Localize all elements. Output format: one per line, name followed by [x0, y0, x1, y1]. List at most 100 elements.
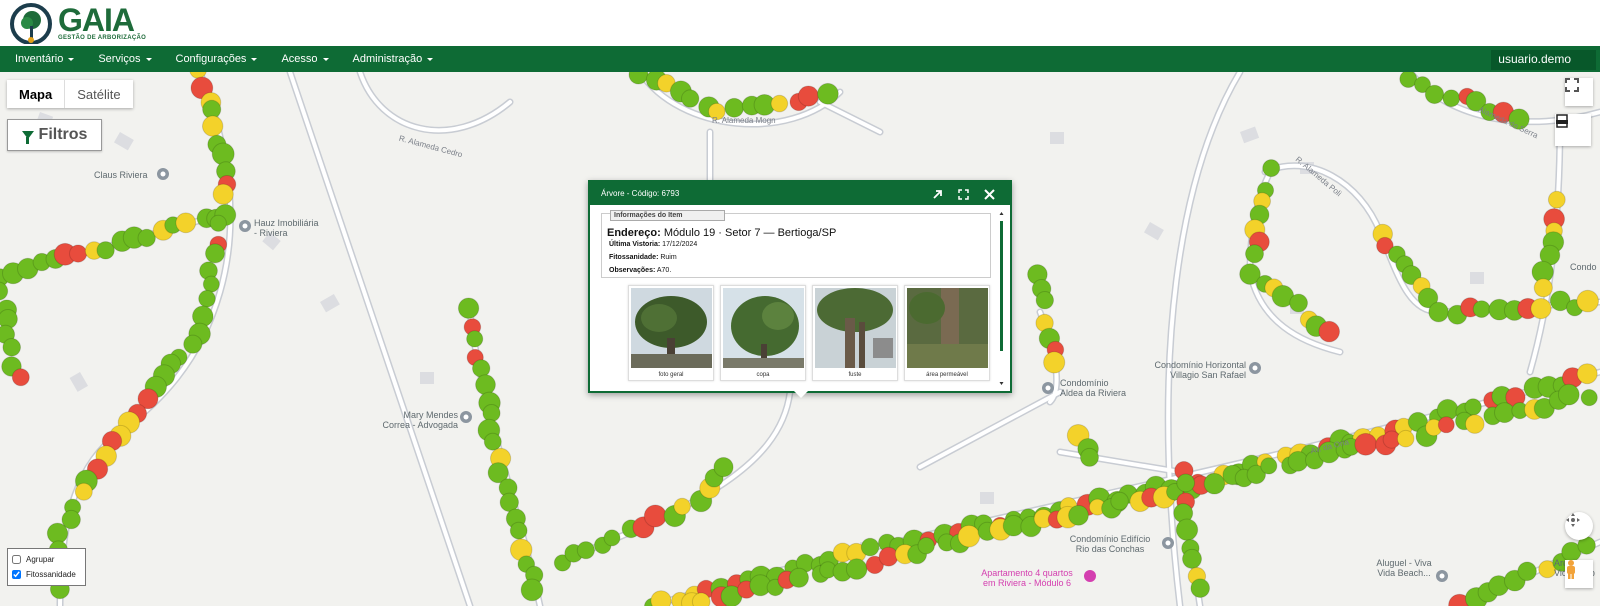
photo-thumbnail[interactable]: fuste — [812, 285, 898, 381]
tree-marker[interactable] — [845, 558, 868, 580]
tree-marker[interactable] — [797, 85, 820, 107]
tree-marker[interactable] — [1203, 472, 1226, 495]
nav-administracao[interactable]: Administração — [338, 53, 443, 65]
tree-marker[interactable] — [1517, 561, 1537, 582]
tree-marker[interactable] — [860, 537, 880, 557]
caret-down-icon — [322, 57, 329, 61]
tree-marker[interactable] — [520, 578, 544, 602]
tree-marker[interactable] — [1289, 293, 1308, 313]
tree-marker[interactable] — [202, 275, 220, 293]
tree-marker[interactable] — [681, 89, 700, 108]
tree-marker[interactable] — [1080, 447, 1099, 467]
tree-marker[interactable] — [183, 334, 203, 354]
photo-thumbnail[interactable]: copa — [720, 285, 806, 381]
tree-marker[interactable] — [1110, 491, 1129, 511]
tree-marker[interactable] — [673, 497, 691, 516]
maximize-popup-button[interactable] — [950, 185, 976, 203]
fitossanidade-checkbox[interactable] — [12, 570, 21, 579]
tree-marker[interactable] — [1465, 414, 1485, 434]
tree-marker[interactable] — [1533, 278, 1553, 298]
tree-marker[interactable] — [1428, 301, 1449, 323]
tree-marker[interactable] — [1576, 363, 1598, 385]
tree-marker[interactable] — [1437, 416, 1455, 434]
tree-marker[interactable] — [1182, 548, 1202, 569]
map-type-mapa[interactable]: Mapa — [7, 80, 66, 108]
tree-marker[interactable] — [1472, 300, 1491, 319]
tree-marker[interactable] — [11, 368, 30, 387]
photo-thumbnail[interactable]: foto geral — [628, 285, 714, 381]
tree-marker[interactable] — [713, 457, 734, 478]
tree-marker[interactable] — [1318, 320, 1340, 343]
tree-marker[interactable] — [1262, 159, 1281, 178]
tree-marker[interactable] — [457, 297, 480, 319]
tree-marker[interactable] — [209, 214, 227, 232]
tree-marker[interactable] — [1175, 518, 1199, 541]
tree-marker[interactable] — [724, 97, 745, 118]
tree-marker[interactable] — [2, 338, 21, 357]
tree-marker[interactable] — [74, 482, 93, 501]
tree-marker[interactable] — [603, 529, 621, 547]
photo-thumbnail[interactable]: área permeável — [904, 285, 990, 381]
popup-scrollbar[interactable] — [999, 211, 1004, 386]
tree-marker[interactable] — [1530, 298, 1552, 320]
gaia-logo[interactable]: GAIA GESTÃO DE ARBORIZAÇÃO — [8, 2, 146, 44]
tree-marker[interactable] — [46, 522, 69, 544]
tree-marker[interactable] — [1354, 432, 1378, 456]
tree-marker[interactable] — [1396, 429, 1415, 448]
tree-marker[interactable] — [691, 592, 711, 606]
tree-marker[interactable] — [1576, 289, 1599, 313]
tree-marker[interactable] — [576, 541, 596, 560]
tree-marker[interactable] — [1176, 473, 1196, 493]
tree-marker[interactable] — [212, 183, 234, 205]
nav-acesso[interactable]: Acesso — [266, 53, 337, 65]
export-pdf-button[interactable] — [1555, 114, 1591, 146]
tree-marker[interactable] — [917, 537, 935, 555]
tree-marker[interactable] — [175, 212, 197, 234]
tree-marker[interactable] — [137, 228, 156, 248]
tree-marker[interactable] — [788, 567, 810, 588]
tree-marker[interactable] — [650, 590, 672, 606]
tree-marker[interactable] — [1424, 84, 1445, 105]
pan-control[interactable] — [1565, 512, 1593, 540]
tree-marker[interactable] — [1043, 351, 1066, 374]
tree-marker[interactable] — [643, 504, 667, 528]
tree-marker[interactable] — [69, 244, 88, 263]
legend-fitossanidade[interactable]: Fitossanidade — [12, 567, 81, 582]
tree-marker[interactable] — [1547, 190, 1566, 209]
agrupar-checkbox[interactable] — [12, 555, 21, 564]
tree-marker[interactable] — [509, 521, 528, 540]
tree-marker[interactable] — [1035, 291, 1055, 310]
user-menu[interactable]: usuario.demo — [1491, 50, 1596, 70]
legend-agrupar[interactable]: Agrupar — [12, 552, 81, 567]
tree-marker[interactable] — [202, 115, 224, 137]
nav-servicos[interactable]: Serviços — [83, 53, 160, 65]
tree-marker[interactable] — [770, 94, 789, 113]
nav-configuracoes[interactable]: Configurações — [161, 53, 267, 65]
tree-marker[interactable] — [1260, 457, 1278, 475]
fullscreen-button[interactable] — [1565, 78, 1593, 106]
map-type-satelite[interactable]: Satélite — [65, 80, 132, 108]
close-popup-button[interactable] — [976, 185, 1002, 203]
tree-marker[interactable] — [483, 432, 502, 451]
tree-marker[interactable] — [466, 330, 484, 348]
tree-marker[interactable] — [1494, 402, 1515, 424]
tree-marker[interactable] — [1580, 389, 1598, 407]
nav-inventario[interactable]: Inventário — [0, 53, 83, 65]
tree-marker[interactable] — [198, 289, 216, 308]
tree-marker[interactable] — [878, 546, 899, 567]
tree-marker[interactable] — [96, 241, 115, 260]
tree-marker[interactable] — [817, 82, 839, 105]
tree-marker[interactable] — [957, 524, 981, 548]
tree-marker[interactable] — [1287, 450, 1309, 472]
open-external-button[interactable] — [924, 185, 950, 203]
tree-marker[interactable] — [205, 243, 225, 264]
tree-marker[interactable] — [1068, 504, 1089, 526]
filters-button[interactable]: Filtros — [7, 119, 102, 151]
tree-marker[interactable] — [1190, 578, 1210, 599]
tree-marker[interactable] — [1442, 89, 1461, 108]
tree-marker[interactable] — [475, 374, 496, 396]
tree-marker[interactable] — [0, 281, 9, 301]
street-view-pegman[interactable] — [1565, 560, 1593, 588]
tree-marker[interactable] — [1245, 244, 1264, 264]
tree-marker[interactable] — [1557, 383, 1580, 406]
